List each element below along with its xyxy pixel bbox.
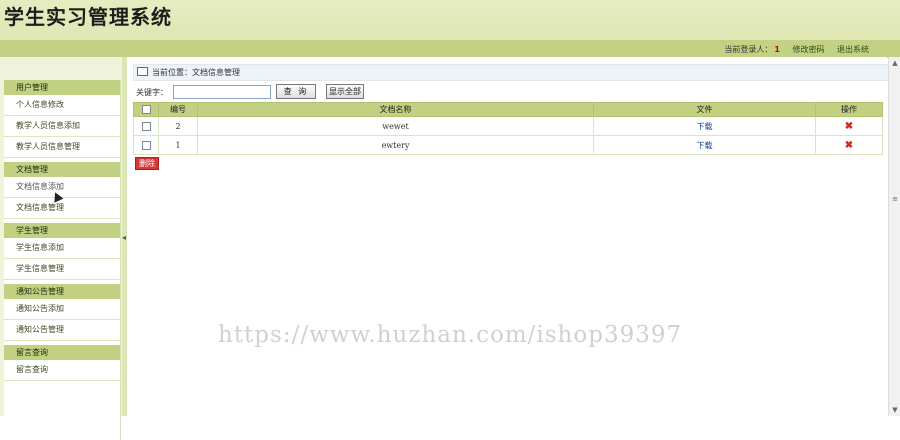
- download-link[interactable]: 下载: [697, 122, 713, 131]
- cell-id: 2: [158, 116, 198, 136]
- nav-item-message-query[interactable]: 留言查询: [4, 360, 120, 381]
- nav-item-document-manage[interactable]: 文档信息管理: [4, 198, 120, 219]
- top-bar-links: 当前登录人： 1 修改密码 退出系统: [714, 44, 869, 55]
- nav-group-message[interactable]: 留言查询: [4, 345, 120, 360]
- main-content: 当前位置：文档信息管理 关键字： 查 询 显示全部 编号 文档名称 文件 操作 …: [127, 57, 889, 416]
- cell-file: 下载: [593, 135, 816, 155]
- col-header-id: 编号: [158, 102, 198, 117]
- row-select-cell: [133, 135, 159, 155]
- nav-group-document[interactable]: 文档管理: [4, 162, 120, 177]
- search-label: 关键字：: [136, 88, 168, 97]
- col-header-name: 文档名称: [197, 102, 594, 117]
- cell-name: ewtery: [197, 135, 594, 155]
- delete-selected-button[interactable]: 删除: [135, 157, 159, 170]
- download-link[interactable]: 下载: [697, 141, 713, 150]
- table-header-row: 编号 文档名称 文件 操作: [133, 102, 883, 117]
- select-all-checkbox[interactable]: [141, 105, 151, 114]
- nav-group-user[interactable]: 用户管理: [4, 80, 120, 95]
- sidebar-menu: 用户管理 个人信息修改 教学人员信息添加 教学人员信息管理 文档管理 文档信息添…: [4, 80, 121, 440]
- watermark-text: https://www.huzhan.com/ishop39397: [218, 322, 683, 348]
- col-header-action: 操作: [815, 102, 883, 117]
- app-header: 学生实习管理系统: [0, 0, 900, 40]
- top-bar: 当前登录人： 1 修改密码 退出系统: [0, 40, 900, 58]
- nav-item-student-manage[interactable]: 学生信息管理: [4, 259, 120, 280]
- cell-id: 1: [158, 135, 198, 155]
- breadcrumb-text: 当前位置：文档信息管理: [152, 68, 240, 77]
- logout-link[interactable]: 退出系统: [837, 45, 869, 54]
- window-icon: [137, 67, 148, 76]
- row-checkbox[interactable]: [141, 140, 151, 150]
- nav-item-notice-manage[interactable]: 通知公告管理: [4, 320, 120, 341]
- login-label: 当前登录人：: [724, 45, 773, 54]
- search-input[interactable]: [173, 85, 271, 99]
- nav-group-notice[interactable]: 通知公告管理: [4, 284, 120, 299]
- query-button[interactable]: 查 询: [276, 84, 316, 99]
- nav-item-notice-add[interactable]: 通知公告添加: [4, 299, 120, 320]
- scroll-thumb-grip-icon[interactable]: ≡: [889, 195, 900, 203]
- row-select-cell: [133, 116, 159, 136]
- show-all-button[interactable]: 显示全部: [326, 84, 364, 99]
- cell-name: wewet: [197, 116, 594, 136]
- row-checkbox[interactable]: [141, 121, 151, 131]
- breadcrumb: 当前位置：文档信息管理: [133, 64, 889, 81]
- nav-group-student[interactable]: 学生管理: [4, 223, 120, 238]
- nav-item-staff-manage[interactable]: 教学人员信息管理: [4, 137, 120, 158]
- search-bar: 关键字： 查 询 显示全部: [136, 84, 364, 100]
- nav-item-student-add[interactable]: 学生信息添加: [4, 238, 120, 259]
- cell-action: ✖: [815, 135, 883, 155]
- document-table: 编号 文档名称 文件 操作 2 wewet 下载 ✖ 1 ewtery 下载 ✖: [133, 102, 883, 155]
- delete-icon[interactable]: ✖: [845, 121, 853, 132]
- table-row: 2 wewet 下载 ✖: [133, 116, 883, 136]
- col-header-file: 文件: [593, 102, 816, 117]
- login-user: 1: [774, 45, 780, 54]
- table-row: 1 ewtery 下载 ✖: [133, 135, 883, 155]
- app-title: 学生实习管理系统: [4, 5, 172, 29]
- scroll-down-icon[interactable]: ▼: [889, 406, 900, 414]
- nav-item-profile-edit[interactable]: 个人信息修改: [4, 95, 120, 116]
- nav-item-staff-add[interactable]: 教学人员信息添加: [4, 116, 120, 137]
- scroll-up-icon[interactable]: ▲: [889, 59, 900, 67]
- cell-action: ✖: [815, 116, 883, 136]
- vertical-scrollbar[interactable]: ▲ ≡ ▼: [888, 57, 900, 416]
- cell-file: 下载: [593, 116, 816, 136]
- sidebar: 用户管理 个人信息修改 教学人员信息添加 教学人员信息管理 文档管理 文档信息添…: [0, 57, 122, 440]
- change-password-link[interactable]: 修改密码: [792, 45, 824, 54]
- select-all-header: [133, 102, 159, 117]
- delete-icon[interactable]: ✖: [845, 140, 853, 151]
